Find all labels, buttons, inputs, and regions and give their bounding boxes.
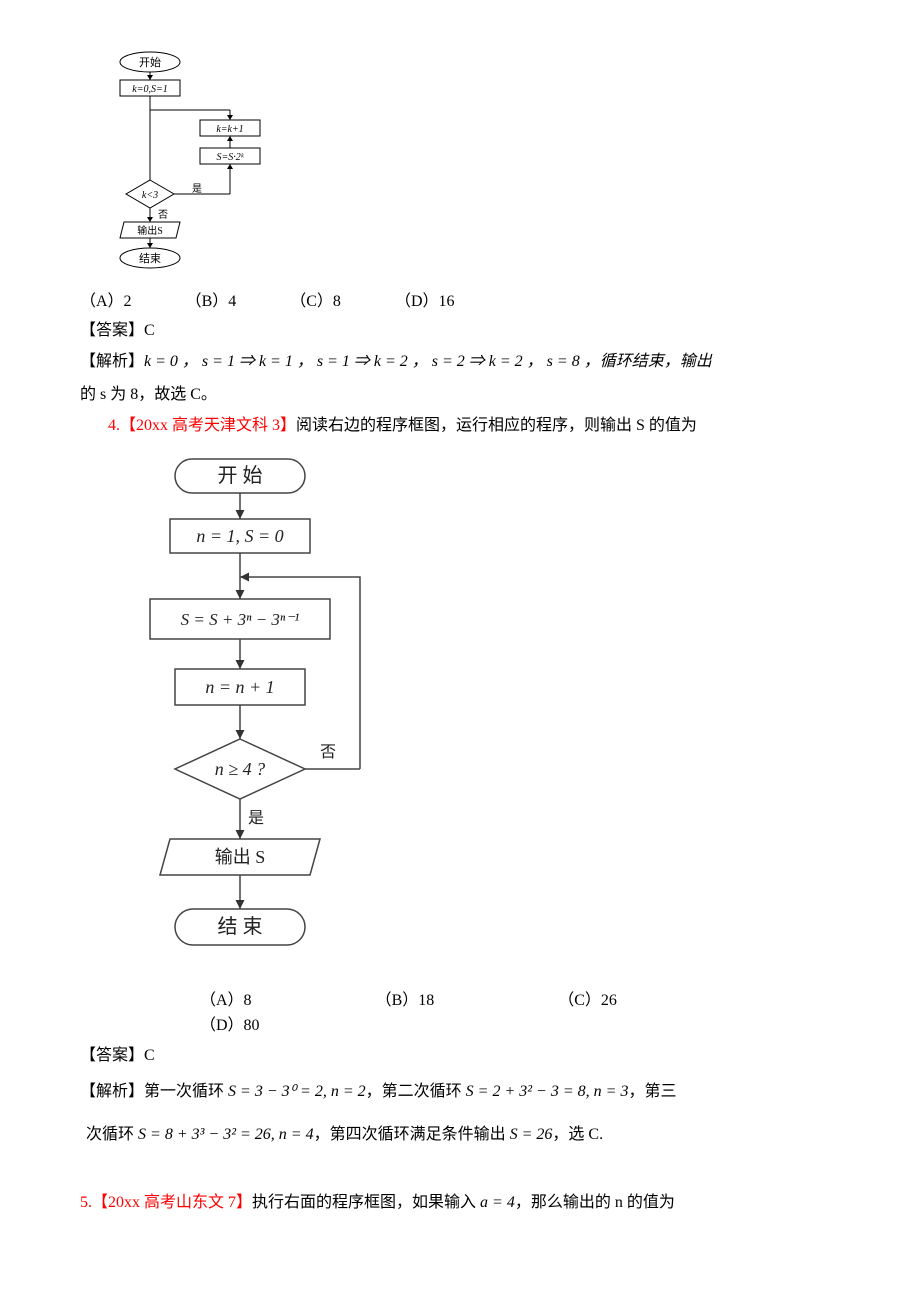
- q4-text: 阅读右边的程序框图，运行相应的程序，则输出 S 的值为: [296, 417, 697, 434]
- fc1-end: 结束: [139, 252, 161, 265]
- fc1-yes: 是: [192, 183, 202, 195]
- q4-option-a: （A）8: [200, 988, 252, 1014]
- q3-options: （A）2 （B）4 （C）8 （D）16: [80, 289, 860, 315]
- q4-a-t1d: S = 2 + 3² − 3 = 8, n = 3: [466, 1083, 629, 1100]
- fc1-no: 否: [158, 209, 168, 221]
- q5-source: 【20xx 高考山东文 7】: [92, 1194, 252, 1211]
- fc1-start: 开始: [139, 55, 161, 69]
- fc2-step2: n = n + 1: [205, 677, 274, 697]
- fc2-cond: n ≥ 4 ?: [215, 759, 265, 779]
- q3-analysis-label: 【解析】: [80, 353, 144, 370]
- q4-analysis-1: 【解析】第一次循环 S = 3 − 3⁰ = 2, n = 2，第二次循环 S …: [80, 1078, 860, 1107]
- q5-text2: ，那么输出的 n 的值为: [515, 1194, 675, 1211]
- q3-analysis: 【解析】k = 0 ， s = 1 ⇒ k = 1 ， s = 1 ⇒ k = …: [80, 348, 860, 377]
- fc2-step1: S = S + 3ⁿ − 3ⁿ⁻¹: [181, 610, 300, 629]
- q4-analysis-2: 次循环 S = 8 + 3³ − 3² = 26, n = 4，第四次循环满足条…: [86, 1121, 860, 1150]
- q3-analysis-text1: k = 0 ， s = 1 ⇒ k = 1 ， s = 1 ⇒ k = 2 ， …: [144, 353, 712, 370]
- q5-text1: 执行右面的程序框图，如果输入: [252, 1194, 480, 1211]
- q4-source: 【20xx 高考天津文科 3】: [120, 417, 296, 434]
- q4-num: 4.: [108, 417, 120, 434]
- q5-num: 5.: [80, 1194, 92, 1211]
- fc2-init: n = 1, S = 0: [196, 526, 283, 546]
- q3-answer: 【答案】C: [80, 318, 860, 344]
- q4-option-d: （D）80: [200, 1013, 260, 1039]
- fc2-no: 否: [320, 744, 336, 761]
- fc2-output: 输出 S: [215, 847, 266, 867]
- q4-a-t1b: S = 3 − 3⁰ = 2, n = 2: [228, 1083, 366, 1100]
- q4-option-c: （C）26: [558, 988, 617, 1014]
- q3-option-b: （B）4: [186, 289, 237, 315]
- q4-a-t1c: ，第二次循环: [366, 1083, 466, 1100]
- q4-a-t2d: S = 26: [510, 1126, 553, 1143]
- flowchart-2: 开 始 n = 1, S = 0 S = S + 3ⁿ − 3ⁿ⁻¹ n = n…: [120, 449, 860, 978]
- q4-answer: 【答案】C: [80, 1043, 860, 1069]
- fc1-init: k=0,S=1: [132, 84, 167, 95]
- q4-option-b: （B）18: [376, 988, 435, 1014]
- q4-options: （A）8 （B）18 （C）26 （D）80: [200, 988, 860, 1039]
- q3-option-a: （A）2: [80, 289, 132, 315]
- flowchart-1: 开始 k=0,S=1 k=k+1 S=S·2ᵏ 是 k<3 否 输出S 结束: [100, 50, 860, 279]
- fc1-step1: k=k+1: [216, 124, 243, 135]
- fc1-step2: S=S·2ᵏ: [216, 152, 244, 163]
- q4-a-t2e: ，选 C.: [552, 1126, 603, 1143]
- q4-a-t1e: ，第三: [628, 1083, 676, 1100]
- q4-a-t2c: ，第四次循环满足条件输出: [314, 1126, 510, 1143]
- q4-line: 4.【20xx 高考天津文科 3】阅读右边的程序框图，运行相应的程序，则输出 S…: [108, 413, 860, 439]
- q3-analysis-cont: 的 s 为 8，故选 C。: [80, 381, 860, 410]
- q4-analysis-label: 【解析】: [80, 1083, 144, 1100]
- fc2-start: 开 始: [218, 464, 263, 487]
- q4-a-t1a: 第一次循环: [144, 1083, 228, 1100]
- fc1-output: 输出S: [137, 224, 163, 237]
- q5-line: 5.【20xx 高考山东文 7】执行右面的程序框图，如果输入 a = 4，那么输…: [80, 1190, 860, 1216]
- fc2-end: 结 束: [218, 915, 263, 938]
- fc1-cond: k<3: [142, 190, 158, 201]
- q4-a-t2a: 次循环: [86, 1126, 138, 1143]
- q5-math: a = 4: [480, 1194, 515, 1211]
- q3-option-d: （D）16: [395, 289, 455, 315]
- q4-a-t2b: S = 8 + 3³ − 3² = 26, n = 4: [138, 1126, 314, 1143]
- fc2-yes: 是: [248, 810, 264, 827]
- q3-option-c: （C）8: [290, 289, 341, 315]
